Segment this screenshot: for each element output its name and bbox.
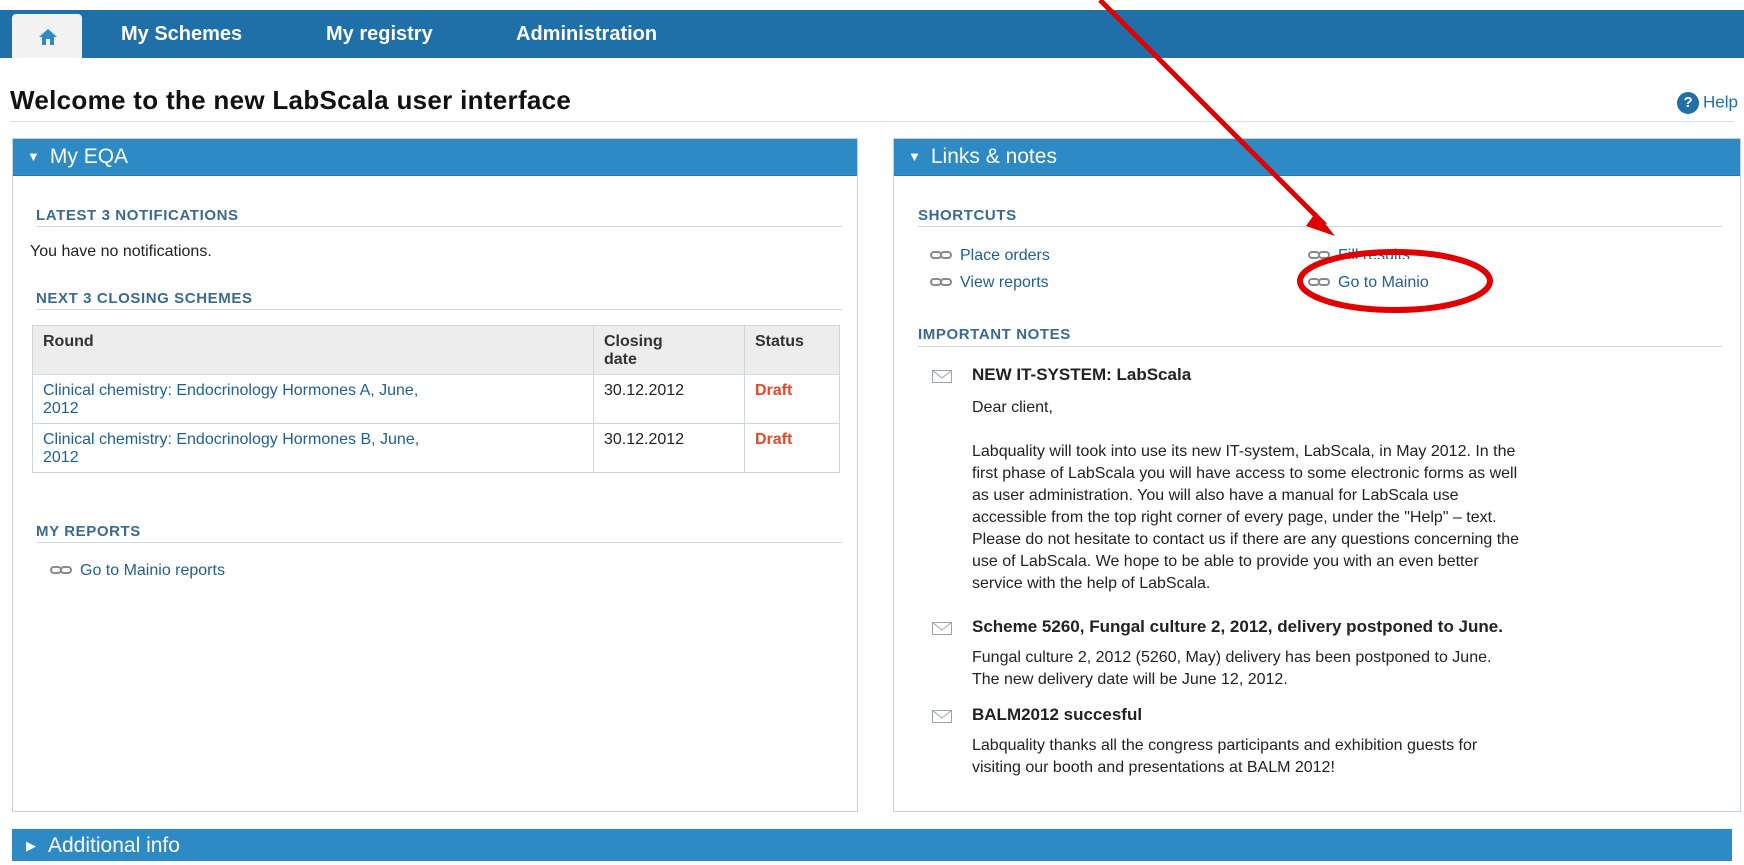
my-reports-heading: MY REPORTS (36, 523, 141, 540)
place-orders-label: Place orders (960, 247, 1050, 264)
section-divider (36, 542, 842, 543)
title-divider (10, 121, 1734, 122)
nav-my-schemes[interactable]: My Schemes (121, 10, 242, 58)
links-notes-header[interactable]: ▼ Links & notes (894, 139, 1740, 176)
round-link[interactable]: Clinical chemistry: Endocrinology Hormon… (32, 374, 594, 424)
help-link[interactable]: ? Help (1677, 92, 1738, 114)
note-line: as user administration. You will also ha… (972, 487, 1459, 504)
nav-my-registry[interactable]: My registry (326, 10, 433, 58)
collapse-triangle-icon: ▼ (27, 149, 40, 164)
link-icon (1308, 250, 1330, 259)
important-notes-heading: IMPORTANT NOTES (918, 326, 1071, 343)
note-line: The new delivery date will be June 12, 2… (972, 671, 1288, 688)
round-text: Clinical chemistry: Endocrinology Hormon… (43, 431, 420, 448)
home-icon (39, 29, 57, 45)
note-line: Please do not hesitate to contact us if … (972, 531, 1520, 548)
section-divider (918, 346, 1722, 347)
note-title: BALM2012 succesful (972, 705, 1143, 724)
my-eqa-panel: ▼ My EQA (12, 138, 858, 812)
section-divider (36, 309, 842, 310)
col-status-header: Status (744, 325, 840, 375)
section-divider (36, 226, 842, 227)
expand-triangle-icon: ▶ (26, 838, 36, 853)
notifications-text: You have no notifications. (30, 243, 212, 260)
note-line: service with the help of LabScala. (972, 575, 1211, 592)
note-line: Labquality thanks all the congress parti… (972, 737, 1478, 754)
round-text: 2012 (43, 400, 79, 417)
additional-info-bar[interactable]: ▶ Additional info (12, 829, 1732, 861)
note-line: use of LabScala. We hope to be able to p… (972, 553, 1479, 570)
link-icon (930, 250, 952, 259)
view-reports-link[interactable]: View reports (930, 274, 1049, 292)
note-line (972, 419, 1722, 441)
closing-date: 30.12.2012 (593, 423, 745, 473)
table-header-row: Round Closing date Status (32, 325, 840, 375)
links-notes-title: Links & notes (930, 145, 1057, 168)
col-closing-line2: date (604, 351, 637, 368)
col-closing-header: Closing date (593, 325, 745, 375)
fill-results-label: Fill results (1338, 247, 1411, 259)
fill-results-link[interactable]: Fill results (1308, 247, 1410, 259)
envelope-icon (932, 622, 952, 635)
note-line: first phase of LabScala you will have ac… (972, 465, 1518, 482)
round-text: 2012 (43, 449, 79, 466)
status-badge: Draft (744, 374, 840, 424)
go-to-mainio-label: Go to Mainio (1338, 274, 1429, 291)
collapse-triangle-icon: ▼ (908, 149, 921, 164)
note-body: Dear client, Labquality will took into u… (972, 397, 1722, 595)
note-title: Scheme 5260, Fungal culture 2, 2012, del… (972, 617, 1503, 636)
envelope-icon (932, 710, 952, 723)
col-round-header: Round (32, 325, 594, 375)
help-label: Help (1703, 92, 1738, 112)
envelope-icon (932, 370, 952, 383)
top-navigation: My Schemes My registry Administration (0, 0, 1744, 58)
table-row: Clinical chemistry: Endocrinology Hormon… (32, 374, 840, 424)
closing-schemes-heading: NEXT 3 CLOSING SCHEMES (36, 290, 253, 307)
section-divider (918, 226, 1722, 227)
nav-strip (0, 10, 1744, 58)
my-eqa-header[interactable]: ▼ My EQA (13, 139, 857, 176)
note-line: visiting our booth and presentations at … (972, 759, 1335, 776)
note-body: Labquality thanks all the congress parti… (972, 735, 1722, 779)
note-title: NEW IT-SYSTEM: LabScala (972, 365, 1192, 384)
link-icon (930, 277, 952, 286)
round-link[interactable]: Clinical chemistry: Endocrinology Hormon… (32, 423, 594, 473)
closing-date: 30.12.2012 (593, 374, 745, 424)
note-line: Fungal culture 2, 2012 (5260, May) deliv… (972, 649, 1492, 666)
table-row: Clinical chemistry: Endocrinology Hormon… (32, 423, 840, 473)
home-tab[interactable] (12, 14, 82, 58)
link-icon (50, 565, 72, 574)
link-icon (1308, 277, 1330, 286)
view-reports-label: View reports (960, 274, 1049, 291)
note-line: Dear client, (972, 399, 1053, 416)
note-line: Labquality will took into use its new IT… (972, 443, 1516, 460)
closing-schemes-table: Round Closing date Status Clinical chemis… (32, 325, 840, 473)
nav-administration[interactable]: Administration (516, 10, 657, 58)
place-orders-link[interactable]: Place orders (930, 247, 1050, 265)
notifications-heading: LATEST 3 NOTIFICATIONS (36, 207, 239, 224)
help-icon: ? (1677, 92, 1700, 114)
go-to-mainio-link[interactable]: Go to Mainio (1308, 274, 1429, 292)
mainio-reports-link[interactable]: Go to Mainio reports (50, 562, 225, 580)
additional-info-label: Additional info (48, 834, 180, 857)
mainio-reports-label: Go to Mainio reports (80, 562, 225, 579)
page-title: Welcome to the new LabScala user interfa… (10, 85, 572, 115)
my-eqa-title: My EQA (49, 145, 129, 168)
col-closing-line1: Closing (604, 333, 663, 350)
note-body: Fungal culture 2, 2012 (5260, May) deliv… (972, 647, 1722, 691)
shortcuts-heading: SHORTCUTS (918, 207, 1017, 224)
note-line: accessible from the top right corner of … (972, 509, 1497, 526)
round-text: Clinical chemistry: Endocrinology Hormon… (43, 382, 419, 399)
status-badge: Draft (744, 423, 840, 473)
